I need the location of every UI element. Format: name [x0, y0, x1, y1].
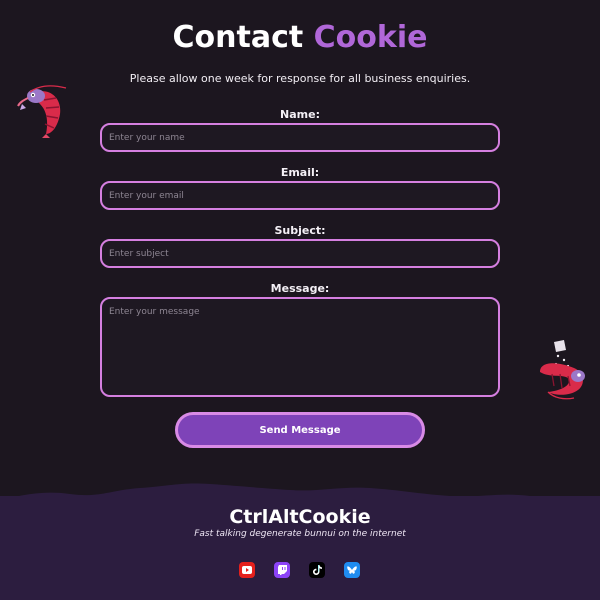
message-label: Message:	[270, 282, 330, 295]
send-message-button[interactable]: Send Message	[175, 412, 425, 448]
twitch-link[interactable]	[274, 562, 290, 578]
page-title-main: Contact	[172, 20, 304, 55]
page-subtitle: Please allow one week for response for a…	[129, 72, 471, 85]
youtube-link[interactable]	[239, 562, 255, 578]
youtube-icon	[242, 566, 252, 574]
email-label: Email:	[280, 166, 320, 179]
message-textarea[interactable]	[100, 297, 500, 397]
subject-label: Subject:	[274, 224, 326, 237]
name-input[interactable]	[100, 123, 500, 152]
name-label: Name:	[280, 108, 320, 121]
bluesky-link[interactable]	[344, 562, 360, 578]
tiktok-link[interactable]	[309, 562, 325, 578]
footer-brand: CtrlAltCookie	[229, 506, 371, 528]
page-title: Contact Cookie	[0, 20, 600, 55]
bluesky-icon	[347, 565, 357, 574]
footer-tagline: Fast talking degenerate bunnui on the in…	[194, 529, 406, 539]
email-input[interactable]	[100, 181, 500, 210]
shrimp-mascot-right	[540, 340, 585, 400]
site-footer: CtrlAltCookie Fast talking degenerate bu…	[0, 496, 600, 600]
subject-input[interactable]	[100, 239, 500, 268]
twitch-icon	[277, 565, 287, 575]
social-links	[0, 562, 600, 578]
page-title-accent: Cookie	[313, 20, 428, 55]
tiktok-icon	[312, 565, 322, 575]
